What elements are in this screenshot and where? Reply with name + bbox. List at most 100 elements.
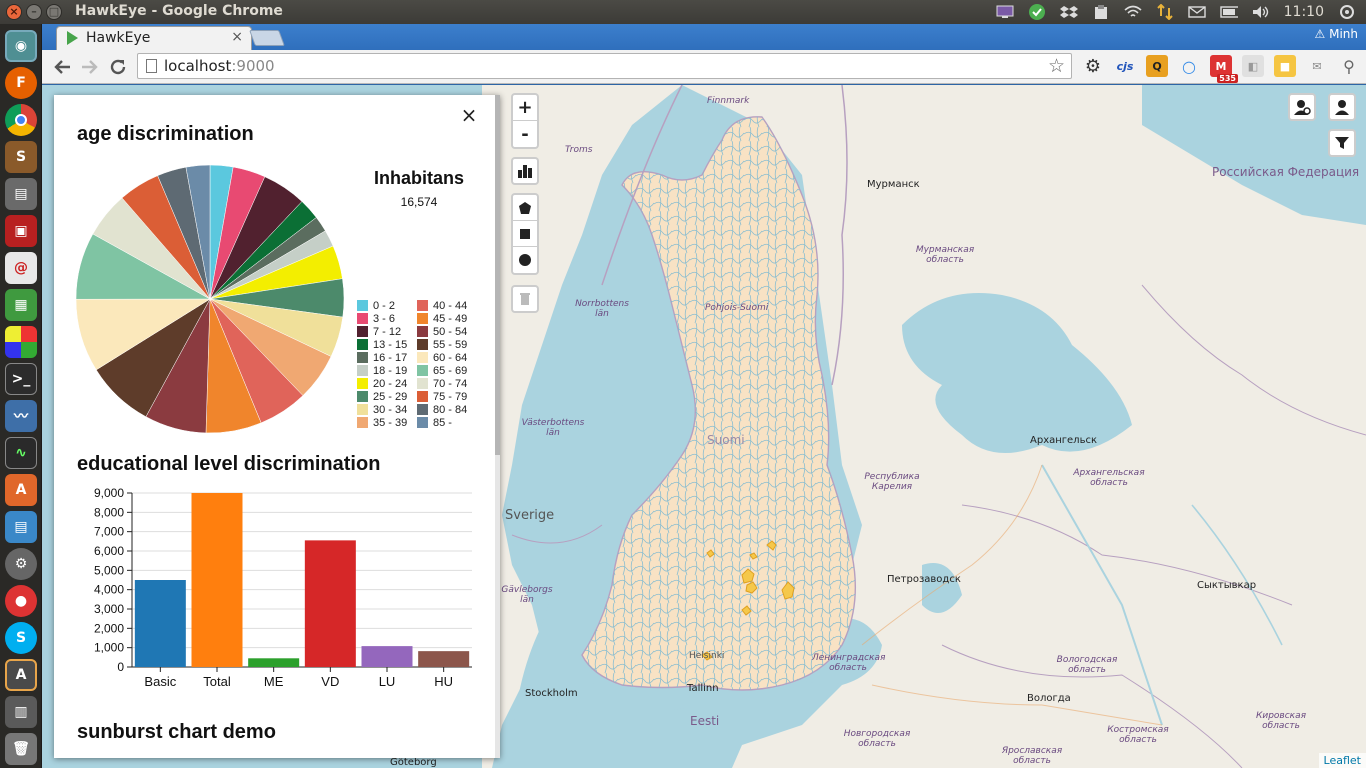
address-bar[interactable]: localhost:9000 ☆ bbox=[137, 53, 1072, 79]
sublime-text-icon[interactable]: S bbox=[5, 141, 37, 173]
spreadsheet-icon[interactable]: ▦ bbox=[5, 289, 37, 321]
zoom-in-button[interactable]: + bbox=[513, 95, 537, 121]
user-profile-button[interactable] bbox=[1328, 93, 1356, 121]
bar-lu[interactable] bbox=[361, 646, 413, 667]
tab-hawkeye[interactable]: HawkEye × bbox=[56, 26, 252, 50]
panel-scrollbar[interactable] bbox=[495, 95, 500, 758]
legend-item[interactable]: 80 - 84 bbox=[417, 403, 467, 416]
draw-circle-button[interactable] bbox=[513, 247, 537, 273]
volume-icon[interactable] bbox=[1252, 4, 1270, 20]
x-tick-label: LU bbox=[379, 674, 396, 689]
chrome-icon[interactable] bbox=[5, 104, 37, 136]
circle-extension-icon[interactable]: ○ bbox=[1178, 55, 1200, 77]
url-text[interactable]: localhost:9000 bbox=[164, 57, 275, 75]
power-gear-icon[interactable] bbox=[1338, 4, 1356, 20]
eyedropper-icon[interactable]: ⚲ bbox=[1338, 55, 1360, 77]
legend-item[interactable]: 40 - 44 bbox=[417, 299, 467, 312]
legend-item[interactable]: 3 - 6 bbox=[357, 312, 395, 325]
back-button[interactable] bbox=[50, 55, 74, 79]
rdp-icon[interactable]: ▣ bbox=[5, 215, 37, 247]
bar-hu[interactable] bbox=[418, 651, 470, 667]
bar-basic[interactable] bbox=[134, 580, 186, 667]
forward-button[interactable] bbox=[78, 55, 102, 79]
writer-icon[interactable]: ▤ bbox=[5, 511, 37, 543]
settings-icon[interactable]: ⚙ bbox=[5, 548, 37, 580]
trash-icon[interactable]: 🗑 bbox=[5, 733, 37, 765]
q-extension-icon[interactable]: Q bbox=[1146, 55, 1168, 77]
dash-home-icon[interactable]: ◉ bbox=[5, 30, 37, 62]
system-monitor-icon[interactable]: 〰 bbox=[5, 400, 37, 432]
window-minimize-button[interactable]: – bbox=[26, 4, 42, 20]
clock[interactable]: 11:10 bbox=[1284, 4, 1324, 20]
draw-polygon-button[interactable] bbox=[513, 195, 537, 221]
panel-close-button[interactable]: × bbox=[459, 103, 479, 127]
map-label-murmansk-oblast: Мурманская область bbox=[915, 245, 975, 265]
bar-vd[interactable] bbox=[304, 540, 356, 667]
window-maximize-button[interactable]: □ bbox=[46, 4, 62, 20]
terminal-icon[interactable]: >_ bbox=[5, 363, 37, 395]
filter-button[interactable] bbox=[1328, 129, 1356, 157]
legend-item[interactable]: 30 - 34 bbox=[357, 403, 407, 416]
legend-item[interactable]: 60 - 64 bbox=[417, 351, 467, 364]
legend-item[interactable]: 70 - 74 bbox=[417, 377, 467, 390]
map-label-norrbotten: Norrbottens län bbox=[575, 299, 629, 319]
legend-item[interactable]: 18 - 19 bbox=[357, 364, 407, 377]
battery-icon[interactable] bbox=[1219, 4, 1238, 20]
skype-icon[interactable]: S bbox=[5, 622, 37, 654]
legend-item[interactable]: 0 - 2 bbox=[357, 299, 395, 312]
cjs-extension-icon[interactable]: cjs bbox=[1114, 55, 1136, 77]
bookmark-star-icon[interactable]: ☆ bbox=[1048, 55, 1065, 77]
dropbox-icon[interactable] bbox=[1059, 4, 1078, 20]
gmail-icon[interactable]: M 535 bbox=[1210, 55, 1238, 83]
tomato-icon[interactable]: ● bbox=[5, 585, 37, 617]
legend-item[interactable]: 85 - bbox=[417, 416, 452, 429]
age-pie-chart bbox=[74, 163, 346, 435]
legend-label: 45 - 49 bbox=[433, 312, 468, 325]
delete-shapes-button[interactable] bbox=[511, 285, 539, 313]
window-close-button[interactable]: × bbox=[6, 4, 22, 20]
bar-me[interactable] bbox=[248, 658, 300, 667]
new-tab-button[interactable] bbox=[249, 30, 285, 46]
update-check-icon[interactable] bbox=[1028, 4, 1046, 20]
firefox-icon[interactable]: F bbox=[5, 67, 37, 99]
legend-item[interactable]: 25 - 29 bbox=[357, 390, 407, 403]
mail-extension-icon[interactable]: ✉ bbox=[1306, 55, 1328, 77]
map-viewport[interactable]: Finnmark Troms Мурманск Российская Федер… bbox=[42, 85, 1366, 768]
mail-icon[interactable] bbox=[1187, 4, 1206, 20]
legend-item[interactable]: 75 - 79 bbox=[417, 390, 467, 403]
debian-icon[interactable]: @ bbox=[5, 252, 37, 284]
color-grid-icon[interactable] bbox=[5, 326, 37, 358]
wifi-icon[interactable] bbox=[1124, 4, 1142, 20]
activity-monitor-icon[interactable]: ∿ bbox=[5, 437, 37, 469]
settings-gear-icon[interactable]: ⚙ bbox=[1082, 55, 1104, 77]
files-icon[interactable]: ▤ bbox=[5, 178, 37, 210]
legend-label: 75 - 79 bbox=[433, 390, 468, 403]
legend-item[interactable]: 7 - 12 bbox=[357, 325, 401, 338]
reload-button[interactable] bbox=[106, 55, 130, 79]
screen-icon[interactable] bbox=[996, 4, 1014, 20]
legend-item[interactable]: 13 - 15 bbox=[357, 338, 407, 351]
software-center-icon[interactable]: A bbox=[5, 474, 37, 506]
legend-item[interactable]: 16 - 17 bbox=[357, 351, 407, 364]
user-admin-button[interactable] bbox=[1288, 93, 1316, 121]
bar-total[interactable] bbox=[191, 493, 243, 667]
legend-item[interactable]: 50 - 54 bbox=[417, 325, 467, 338]
panel-scrollbar-thumb[interactable] bbox=[495, 95, 500, 455]
legend-item[interactable]: 65 - 69 bbox=[417, 364, 467, 377]
legend-item[interactable]: 20 - 24 bbox=[357, 377, 407, 390]
legend-item[interactable]: 35 - 39 bbox=[357, 416, 407, 429]
draw-rectangle-button[interactable] bbox=[513, 221, 537, 247]
chart-toggle-button[interactable] bbox=[511, 157, 539, 185]
workspace-icon[interactable]: ▥ bbox=[5, 696, 37, 728]
profile-badge[interactable]: ⚠ Minh bbox=[1315, 27, 1359, 41]
leaflet-attribution-link[interactable]: Leaflet bbox=[1318, 753, 1366, 768]
legend-item[interactable]: 55 - 59 bbox=[417, 338, 467, 351]
legend-item[interactable]: 45 - 49 bbox=[417, 312, 467, 325]
tab-close-icon[interactable]: × bbox=[231, 29, 243, 45]
update-manager-icon[interactable]: A bbox=[5, 659, 37, 691]
box-extension-icon[interactable]: ■ bbox=[1274, 55, 1296, 77]
clipboard-icon[interactable] bbox=[1092, 4, 1110, 20]
network-arrows-icon[interactable] bbox=[1156, 4, 1174, 20]
zoom-out-button[interactable]: - bbox=[513, 121, 537, 147]
puzzle-extension-icon[interactable]: ◧ bbox=[1242, 55, 1264, 77]
